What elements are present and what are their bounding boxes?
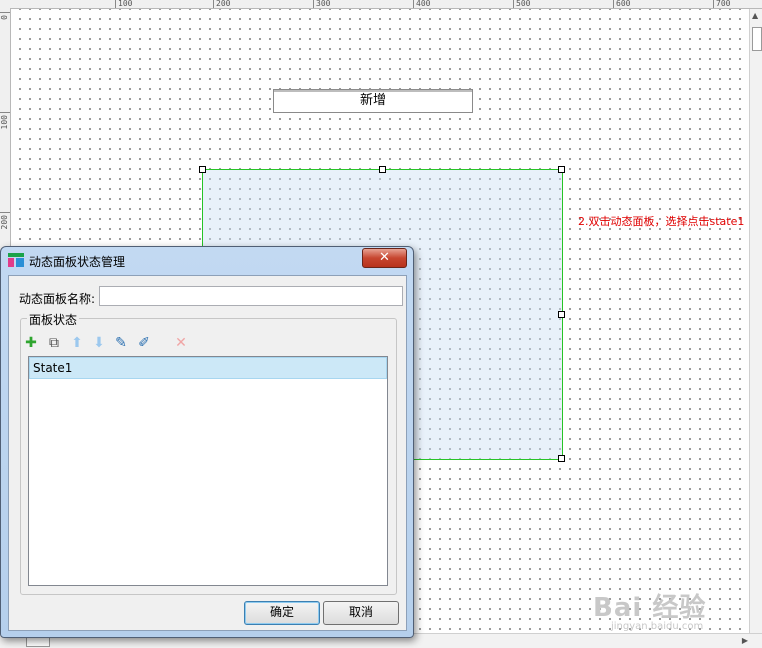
ruler-tick: 500 (513, 0, 530, 8)
close-button[interactable]: ✕ (362, 248, 407, 268)
panel-name-label: 动态面板名称: (19, 292, 96, 306)
watermark-url: jingyan.baidu.com (611, 621, 704, 632)
panel-name-input[interactable] (99, 286, 403, 306)
ok-button[interactable]: 确定 (244, 601, 320, 625)
ruler-tick: 700 (713, 0, 730, 8)
move-up-icon[interactable]: ⬆ (69, 335, 85, 351)
resize-handle-e[interactable] (558, 311, 565, 318)
annotation-text: 2.双击动态面板，选择点击state1 (578, 215, 745, 228)
ruler-tick: 200 (213, 0, 230, 8)
move-down-icon[interactable]: ⬇ (91, 335, 107, 351)
panel-states-legend: 面板状态 (27, 311, 80, 328)
list-item[interactable]: State1 (29, 357, 387, 379)
edit-all-icon[interactable]: ✐ (136, 335, 152, 351)
resize-handle-se[interactable] (558, 455, 565, 462)
edit-state-icon[interactable]: ✎ (113, 335, 129, 351)
scroll-thumb[interactable] (752, 27, 762, 51)
cancel-button[interactable]: 取消 (323, 601, 399, 625)
dialog-body: 动态面板名称: 面板状态 ✚ ⧉ ⬆ ⬇ ✎ ✐ ✕ State1 确定 取消 (8, 275, 407, 631)
watermark-logo: Bai 经验 (593, 593, 707, 623)
resize-handle-ne[interactable] (558, 166, 565, 173)
ruler-tick: 600 (613, 0, 630, 8)
scroll-thumb[interactable] (26, 637, 50, 647)
state-list[interactable]: State1 (28, 356, 388, 586)
duplicate-icon[interactable]: ⧉ (46, 335, 62, 351)
scroll-up-icon[interactable]: ▲ (752, 11, 758, 20)
panel-app-icon (8, 253, 24, 267)
dialog-titlebar[interactable]: 动态面板状态管理 ✕ (1, 247, 413, 273)
ruler-tick: 100 (115, 0, 132, 8)
resize-handle-n[interactable] (379, 166, 386, 173)
ruler-tick: 0 (0, 12, 10, 20)
scroll-right-icon[interactable]: ▶ (742, 636, 748, 645)
ruler-tick: 100 (0, 112, 10, 129)
resize-handle-nw[interactable] (199, 166, 206, 173)
ruler-tick: 400 (413, 0, 430, 8)
dialog-title: 动态面板状态管理 (29, 255, 126, 269)
add-button-widget[interactable]: 新增 (273, 89, 473, 113)
vertical-scrollbar[interactable]: ▲ (749, 9, 762, 634)
ruler-tick: 300 (313, 0, 330, 8)
dynamic-panel-state-manager-dialog: 动态面板状态管理 ✕ 动态面板名称: 面板状态 ✚ ⧉ ⬆ ⬇ ✎ ✐ ✕ St… (0, 246, 414, 638)
ruler-tick: 200 (0, 212, 10, 229)
close-icon: ✕ (379, 250, 390, 265)
delete-icon[interactable]: ✕ (173, 335, 189, 351)
plus-icon[interactable]: ✚ (23, 335, 39, 351)
top-ruler: 100 200 300 400 500 600 700 (0, 0, 762, 9)
